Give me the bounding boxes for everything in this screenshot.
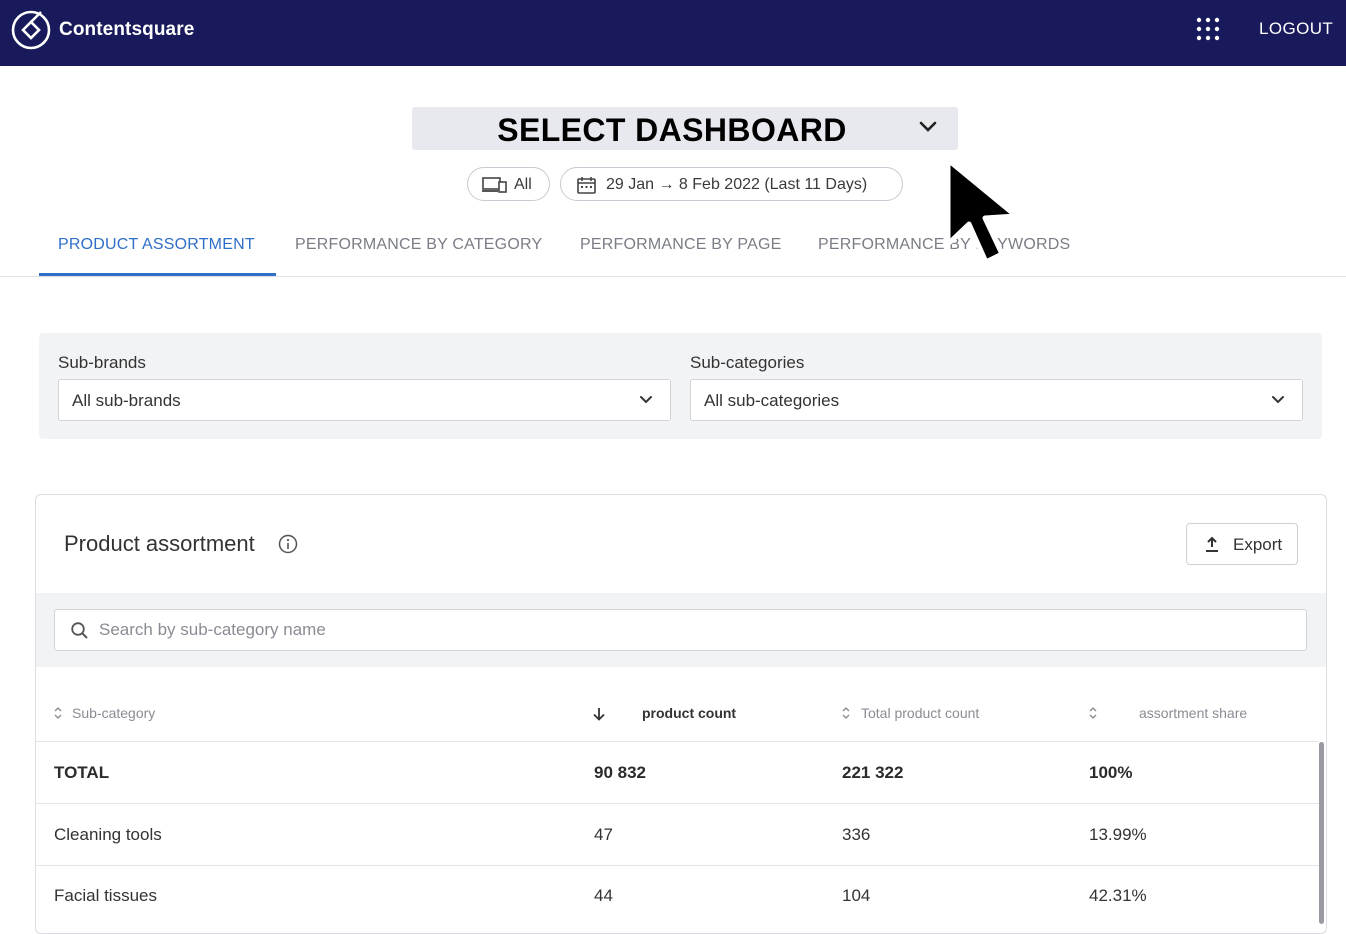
upload-icon <box>1206 536 1218 552</box>
row-divider <box>36 803 1319 804</box>
tab-performance-by-page[interactable]: PERFORMANCE BY PAGE <box>580 236 781 254</box>
sub-brands-value: All sub-brands <box>72 391 181 410</box>
apps-grid-icon[interactable] <box>1196 17 1220 41</box>
chevron-down-icon <box>1272 396 1284 404</box>
search-input[interactable] <box>99 618 1289 642</box>
sub-categories-select[interactable]: All sub-categories <box>690 379 1303 421</box>
mouse-pointer-icon <box>945 157 1019 265</box>
card-title: Product assortment <box>64 531 255 556</box>
date-range-pill[interactable]: 29 Jan → 8 Feb 2022 (Last 11 Days) <box>560 167 903 201</box>
cell-assortment-share: 13.99% <box>1089 825 1147 844</box>
export-button[interactable]: Export <box>1186 523 1298 565</box>
sub-categories-value: All sub-categories <box>704 391 840 410</box>
column-header-product-count[interactable]: product count <box>642 705 736 721</box>
cell-total-product-count: 104 <box>842 886 871 905</box>
cell-sub-category: TOTAL <box>54 763 110 782</box>
device-filter-pill[interactable]: All <box>467 167 550 201</box>
cell-assortment-share: 100% <box>1089 763 1133 782</box>
calendar-icon <box>577 177 596 194</box>
cell-product-count: 47 <box>594 825 613 844</box>
sort-descending-icon[interactable] <box>592 706 606 722</box>
info-icon[interactable] <box>278 534 298 554</box>
top-navigation-bar: Contentsquare LOGOUT <box>0 0 1346 66</box>
chevron-down-icon <box>640 396 652 404</box>
logout-button[interactable]: LOGOUT <box>1259 19 1333 39</box>
search-icon <box>71 622 88 639</box>
cell-total-product-count: 221 322 <box>842 763 904 782</box>
column-header-total-product-count[interactable]: Total product count <box>861 705 979 721</box>
search-field[interactable] <box>54 609 1307 651</box>
column-header-sub-category[interactable]: Sub-category <box>72 705 155 721</box>
date-range-label: 29 Jan → 8 Feb 2022 (Last 11 Days) <box>606 176 868 193</box>
cell-sub-category: Cleaning tools <box>54 825 162 844</box>
cell-total-product-count: 336 <box>842 825 871 844</box>
device-filter-label: All <box>514 176 532 193</box>
column-header-assortment-share[interactable]: assortment share <box>1139 705 1247 721</box>
tab-product-assortment[interactable]: PRODUCT ASSORTMENT <box>58 236 255 254</box>
cell-sub-category: Facial tissues <box>54 886 157 905</box>
cell-product-count: 90 832 <box>594 763 646 782</box>
tab-performance-by-category[interactable]: PERFORMANCE BY CATEGORY <box>295 236 542 254</box>
tabs-divider <box>0 276 1346 277</box>
export-label: Export <box>1233 535 1283 554</box>
sort-icon[interactable] <box>53 706 63 720</box>
sort-icon[interactable] <box>1088 706 1098 720</box>
cell-product-count: 44 <box>594 886 613 905</box>
devices-icon <box>482 177 507 193</box>
select-dashboard-label: SELECT DASHBOARD <box>497 112 847 148</box>
sub-brands-label: Sub-brands <box>58 353 146 372</box>
select-dashboard-dropdown[interactable]: SELECT DASHBOARD <box>412 107 958 150</box>
sort-icon[interactable] <box>841 706 851 720</box>
row-divider <box>36 865 1319 866</box>
brand-name: Contentsquare <box>59 19 195 40</box>
chevron-down-icon[interactable] <box>918 120 938 134</box>
table-scrollbar[interactable] <box>1319 742 1324 924</box>
row-divider <box>36 741 1319 742</box>
sub-brands-select[interactable]: All sub-brands <box>58 379 671 421</box>
sub-categories-label: Sub-categories <box>690 353 805 372</box>
contentsquare-logo-icon[interactable] <box>11 10 51 50</box>
cell-assortment-share: 42.31% <box>1089 886 1147 905</box>
